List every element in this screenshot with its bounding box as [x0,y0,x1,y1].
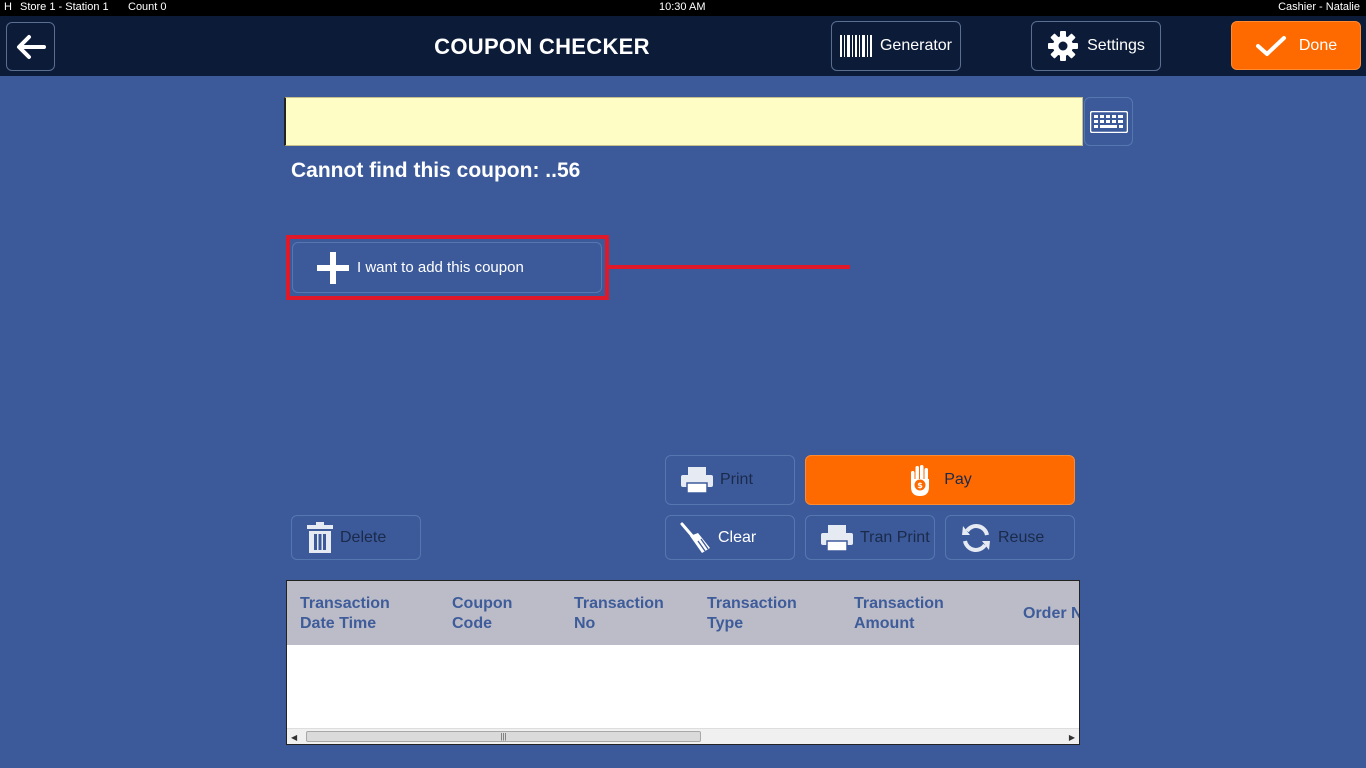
scroll-left-arrow-icon[interactable]: ◀ [291,733,297,742]
transactions-table: Transaction Date Time Coupon Code Transa… [286,580,1080,745]
status-count: Count 0 [128,1,167,13]
trash-icon [307,521,333,553]
column-header-line: Transaction [707,595,797,612]
delete-label: Delete [340,528,387,546]
clear-button[interactable]: Clear [665,515,795,560]
done-label: Done [1298,36,1338,54]
keyboard-button[interactable] [1084,97,1133,146]
annotation-pointer-line [609,265,850,269]
pay-button[interactable]: $ Pay [805,455,1075,505]
done-button[interactable]: Done [1231,21,1361,70]
column-header-line: Transaction [574,595,664,612]
add-coupon-label: I want to add this coupon [357,259,524,276]
reuse-label: Reuse [998,528,1045,546]
keyboard-icon [1089,110,1128,133]
barcode-icon [839,35,872,57]
checkmark-icon [1255,35,1286,56]
pay-label: Pay [944,471,972,488]
reuse-button[interactable]: Reuse [945,515,1075,560]
print-label: Print [720,471,753,488]
delete-button[interactable]: Delete [291,515,421,560]
status-cashier: Cashier - Natalie [1278,1,1360,13]
status-h: H [4,1,12,13]
column-header-line: No [574,615,596,632]
column-header-transaction-date-time[interactable]: Transaction Date Time [300,594,390,634]
column-header-transaction-no[interactable]: Transaction No [574,594,664,634]
horizontal-scrollbar[interactable]: ◀ ||| ▶ [287,728,1079,744]
header-bar: COUPON CHECKER Generator Settings Done [0,16,1366,76]
column-header-line: Transaction [300,595,390,612]
column-header-line: Amount [854,615,915,632]
column-header-transaction-amount[interactable]: Transaction Amount [854,594,944,634]
settings-label: Settings [1087,37,1145,54]
svg-text:$: $ [917,481,923,490]
column-header-line: Date Time [300,615,377,632]
gear-icon [1048,31,1079,61]
column-header-line: Code [452,615,492,632]
add-coupon-button[interactable]: I want to add this coupon [292,242,602,293]
arrow-left-icon [16,34,46,59]
scrollbar-thumb[interactable]: ||| [306,731,701,742]
column-header-coupon-code[interactable]: Coupon Code [452,594,512,634]
broom-icon [680,522,710,553]
generator-label: Generator [879,37,953,54]
tran-print-button[interactable]: Tran Print [805,515,935,560]
column-header-transaction-type[interactable]: Transaction Type [707,594,797,634]
plus-icon [317,251,349,284]
coupon-search-input[interactable] [284,97,1083,146]
table-body [287,645,1079,729]
status-bar: H Store 1 - Station 1 Count 0 10:30 AM C… [0,0,1366,16]
column-header-line: Type [707,615,744,632]
printer-icon [821,524,853,552]
page-title: COUPON CHECKER [434,34,650,59]
printer-icon [681,467,713,494]
refresh-icon [962,523,990,552]
tran-print-label: Tran Print [860,528,930,546]
status-time: 10:30 AM [659,1,706,13]
coupon-not-found-message: Cannot find this coupon: ..56 [291,159,581,182]
status-store: Store 1 - Station 1 [20,1,109,13]
column-header-line: Coupon [452,595,513,612]
column-header-line: Transaction [854,595,944,612]
table-header: Transaction Date Time Coupon Code Transa… [287,581,1080,645]
hand-money-icon: $ [911,465,930,496]
generator-button[interactable]: Generator [831,21,961,71]
back-button[interactable] [6,22,55,71]
scroll-right-arrow-icon[interactable]: ▶ [1069,733,1075,742]
column-header-order-no[interactable]: Order N [1023,604,1080,624]
print-button[interactable]: Print [665,455,795,505]
column-header-line: Order N [1023,605,1080,622]
clear-label: Clear [718,528,757,546]
settings-button[interactable]: Settings [1031,21,1161,71]
